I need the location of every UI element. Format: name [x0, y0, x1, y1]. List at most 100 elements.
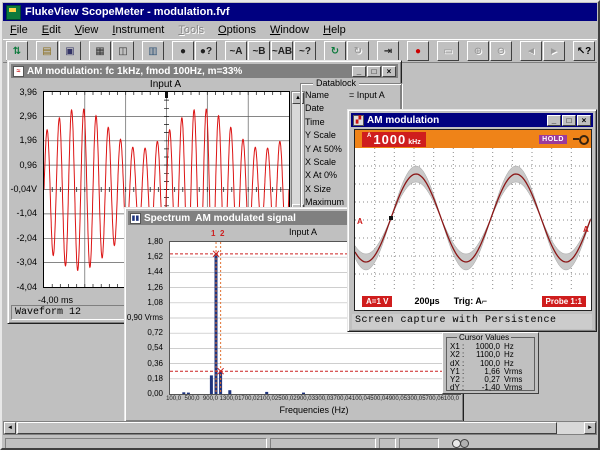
capture-screen-button[interactable]: ●: [172, 41, 194, 61]
capture-query-button[interactable]: ●?: [195, 41, 217, 61]
waveform-window-title: AM modulation: fc 1kHz, fmod 100Hz, m=33…: [27, 66, 242, 77]
spectrum-cursor1-label[interactable]: 1: [211, 229, 215, 238]
scope-close-button[interactable]: ×: [577, 115, 591, 126]
channel-left-marker: A: [357, 217, 363, 226]
scope-top-bar: A 1000 kHz HOLD: [355, 130, 591, 148]
menu-options[interactable]: Options: [211, 23, 263, 37]
waveform-y-tick: -2,04: [16, 233, 37, 243]
scope-window-title: AM modulation: [367, 115, 439, 126]
horizontal-scrollbar[interactable]: ◄ ►: [3, 421, 597, 435]
scroll-left-button[interactable]: ◄: [4, 422, 16, 434]
spectrum-y-tick: 0,36: [147, 359, 163, 368]
replay-button[interactable]: ↻: [324, 41, 346, 61]
open-file-button[interactable]: ▤: [36, 41, 58, 61]
statusbar: [3, 437, 597, 450]
waveform-y-tick: -3,04: [16, 257, 37, 267]
waveform-y-tick: -1,04: [16, 208, 37, 218]
cursor-value-row: Y1 :1,66Vrms: [450, 367, 531, 375]
spectrum-bar: [187, 393, 190, 394]
cursor-label: dY :: [450, 383, 467, 392]
menu-tools: Tools: [171, 23, 211, 37]
waveform-b-button[interactable]: ~B: [248, 41, 270, 61]
spectrum-x-axis-title: Frequencies (Hz): [244, 405, 384, 415]
waveform-window-icon: ≈: [13, 66, 24, 77]
scope-caption: Screen capture with Persistence: [352, 314, 592, 329]
connect-instrument-button[interactable]: ⇅: [6, 41, 28, 61]
scroll-right-button[interactable]: ►: [584, 422, 596, 434]
spectrum-y-tick: 1,44: [147, 267, 163, 276]
scope-timebase: 200µs: [414, 296, 439, 306]
cursor-value-row: dX :100,0Hz: [450, 359, 531, 367]
print-preview-button[interactable]: ◫: [112, 41, 134, 61]
cursor-value-row: X1 :1000,0Hz: [450, 342, 531, 350]
zoom-out-button: ⊖: [490, 41, 512, 61]
scope-window-titlebar[interactable]: ▞ AM modulation _ □ ×: [351, 113, 593, 127]
menu-edit[interactable]: Edit: [35, 23, 68, 37]
scope-maximize-button[interactable]: □: [562, 115, 576, 126]
spectrum-bar: [302, 393, 305, 394]
waveform-maximize-button[interactable]: □: [367, 66, 381, 77]
waveform-y-tick: 0,96: [19, 160, 37, 170]
menu-window[interactable]: Window: [263, 23, 316, 37]
spectrum-window-title: Spectrum AM modulated signal: [144, 213, 296, 224]
spectrum-y-tick: 0,54: [147, 343, 163, 352]
scope-reading-value: 1000: [373, 132, 406, 147]
copy-button[interactable]: ▥: [142, 41, 164, 61]
trigger-marker: [165, 92, 168, 98]
app-icon: [6, 5, 21, 20]
menu-instrument[interactable]: Instrument: [105, 23, 171, 37]
waveform-a-button[interactable]: ~A: [225, 41, 247, 61]
spectrum-bar: [182, 392, 185, 394]
print-button[interactable]: ▦: [89, 41, 111, 61]
save-file-button[interactable]: ▣: [59, 41, 81, 61]
waveform-minimize-button[interactable]: _: [352, 66, 366, 77]
cursor-value-row: dY :-1,40Vrms: [450, 383, 531, 391]
scope-minimize-button[interactable]: _: [547, 115, 561, 126]
waveform-plot-title: Input A: [43, 79, 288, 90]
cursor-value-row: Y2 :0,27Vrms: [450, 375, 531, 383]
spectrum-cursor2-label[interactable]: 2: [220, 229, 224, 238]
datablock-row-label: Time: [305, 117, 349, 130]
waveform-window-titlebar[interactable]: ≈ AM modulation: fc 1kHz, fmod 100Hz, m=…: [11, 64, 398, 78]
statusbar-panel: [399, 438, 439, 450]
spectrum-bar: [210, 375, 213, 394]
waveform-y-axis: 3,962,961,960,96-0,04V-1,04-2,04-3,04-4,…: [8, 91, 39, 286]
context-help-button[interactable]: ↖?: [573, 41, 595, 61]
waveform-close-button[interactable]: ×: [382, 66, 396, 77]
flukeview-application-window: FlukeView ScopeMeter - modulation.fvf Fi…: [0, 0, 600, 450]
scrollbar-thumb[interactable]: [17, 422, 557, 434]
waveform-query-button[interactable]: ~?: [294, 41, 316, 61]
channel-right-marker: A: [583, 225, 589, 234]
spectrum-y-tick: 0,72: [147, 328, 163, 337]
scope-trace-plot: AA: [355, 148, 591, 292]
waveform-ab-button[interactable]: ~AB: [271, 41, 293, 61]
menu-view[interactable]: View: [68, 23, 106, 37]
spectrum-y-tick: 1,08: [147, 298, 163, 307]
menu-help[interactable]: Help: [316, 23, 353, 37]
datablock-row-label: Name: [305, 90, 349, 103]
scope-scale-badge: A=1 V: [362, 296, 392, 307]
datablock-row-label: Y Scale: [305, 130, 349, 143]
statusbar-panel: [5, 438, 267, 450]
cursor-values-panel: Cursor Values X1 :1000,0HzX2 :1100,0HzdX…: [442, 332, 539, 394]
cursor-values-title: Cursor Values: [457, 333, 511, 342]
waveform-y-tick: 3,96: [19, 87, 37, 97]
waveform-x-start-label: -4,00 ms: [38, 295, 73, 305]
main-titlebar[interactable]: FlukeView ScopeMeter - modulation.fvf: [3, 3, 597, 21]
cursor-value-row: X2 :1100,0Hz: [450, 350, 531, 358]
spectrum-x-tick: 6100,0: [434, 396, 466, 402]
probe-connector-icon: [573, 135, 587, 143]
recorder-button[interactable]: ⇥: [377, 41, 399, 61]
main-window-title: FlukeView ScopeMeter - modulation.fvf: [25, 6, 230, 18]
record-button[interactable]: ●: [407, 41, 429, 61]
scope-reading-channel: A: [367, 133, 371, 139]
menubar: FileEditViewInstrumentToolsOptionsWindow…: [3, 22, 597, 38]
menu-file[interactable]: File: [3, 23, 35, 37]
scope-trigger: Trig: A⌐: [454, 296, 487, 306]
spectrum-bar: [228, 390, 231, 394]
cursor-unit: Vrms: [504, 383, 522, 392]
trigger-point-marker: [389, 216, 393, 220]
waveform-y-tick: 1,96: [19, 135, 37, 145]
scope-bottom-bar: A=1 V 200µs Trig: A⌐ Probe 1:1: [355, 292, 591, 310]
spectrum-y-tick: 1,62: [147, 252, 163, 261]
